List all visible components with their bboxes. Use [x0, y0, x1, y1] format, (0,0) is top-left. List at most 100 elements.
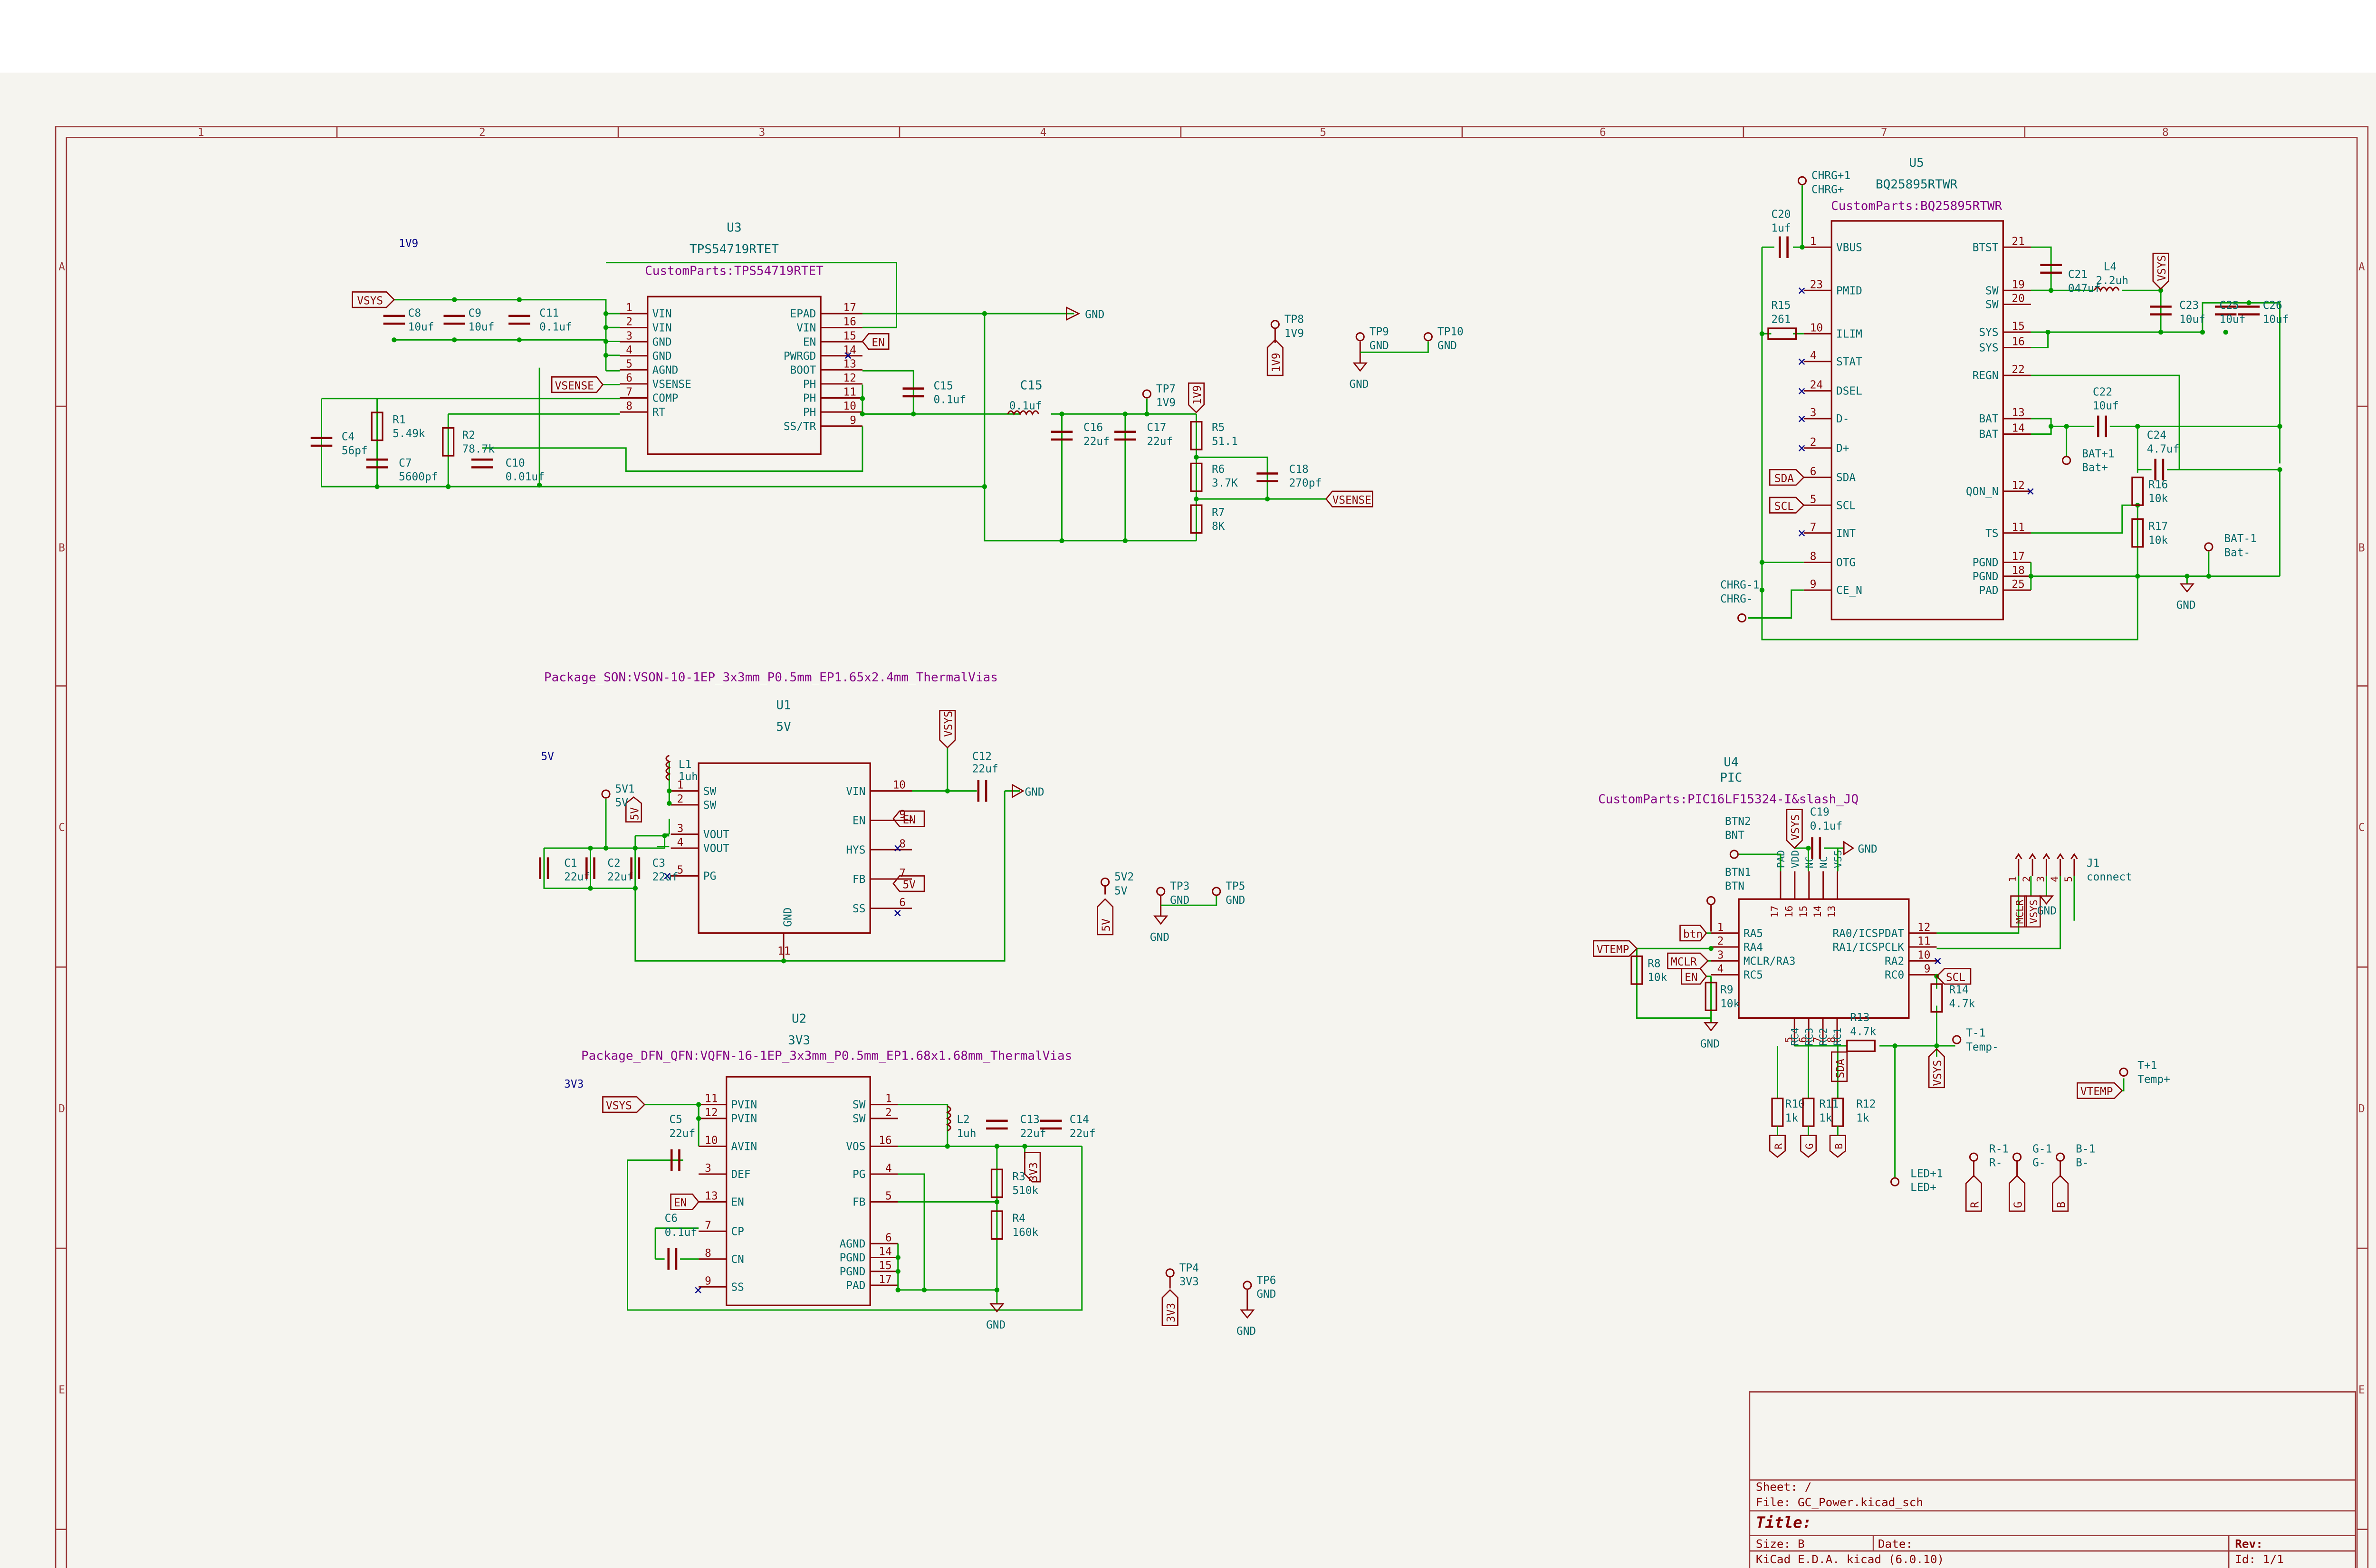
svg-text:×: × — [1798, 382, 1806, 399]
pin-name: GND — [652, 336, 672, 348]
pin-name: SW — [703, 785, 717, 798]
ref-designator: T-1 — [1966, 1027, 1985, 1040]
ref-designator: C3 — [652, 857, 665, 870]
pin-number: 20 — [2012, 293, 2024, 305]
pin-name: RC5 — [1744, 969, 1763, 982]
ref-designator: TP6 — [1256, 1274, 1276, 1287]
pin-name: OTG — [1836, 557, 1856, 569]
ref-designator: R3 — [1012, 1171, 1025, 1183]
pin-number: 13 — [705, 1190, 718, 1203]
ref-designator: BAT-1 — [2224, 533, 2256, 545]
ref-designator: C10 — [506, 457, 525, 469]
ref-designator: BTN2 — [1725, 815, 1751, 828]
pin-number: 6 — [626, 372, 632, 384]
part-value: Bat- — [2224, 546, 2250, 559]
pin-name: VIN — [652, 308, 672, 320]
part-value: 0.1uf — [539, 321, 572, 334]
pin-name: SW — [1985, 285, 1999, 297]
u2-ref: U2 — [792, 1012, 806, 1026]
pin-number: 9 — [1810, 578, 1817, 591]
top-band — [0, 0, 2376, 73]
svg-text:MCLR: MCLR — [1671, 956, 1697, 968]
pin-name: EN — [731, 1196, 744, 1209]
j1-vsys-mclr: MCLR VSYS — [2010, 895, 2041, 928]
pin-name: AGND — [652, 364, 679, 376]
pin-name: VIN — [796, 322, 816, 335]
u5-value: BQ25895RTWR — [1876, 178, 1958, 192]
pin-number: 14 — [1811, 906, 1823, 918]
pin-name: SS — [853, 903, 865, 915]
pin-name: QON_N — [1966, 486, 1998, 498]
title-sheet: Sheet: / — [1756, 1480, 1811, 1493]
pin-name: PG — [703, 870, 716, 883]
pin-name: DEF — [731, 1168, 750, 1181]
pin-number: 21 — [2012, 235, 2024, 248]
net-3v3-label: 3V3 — [564, 1078, 584, 1090]
part-value: 047uf — [2068, 282, 2100, 295]
u5-ref: U5 — [1909, 156, 1924, 170]
pin-number: 4 — [1717, 963, 1724, 975]
pin-name: GND — [652, 350, 672, 363]
svg-text:EN: EN — [902, 814, 915, 826]
ref-designator: TP4 — [1179, 1262, 1199, 1274]
ref-designator: R7 — [1212, 507, 1225, 519]
ref-designator: TP5 — [1226, 880, 1245, 893]
ref-designator: C9 — [469, 307, 481, 320]
part-value: 10uf — [408, 321, 434, 334]
part-value: 0.1uf — [934, 394, 966, 406]
pin-name: INT — [1836, 527, 1856, 540]
svg-text:GND: GND — [782, 908, 794, 927]
pin-number: 7 — [1810, 521, 1817, 534]
u2-footprint: Package_DFN_QFN:VQFN-16-1EP_3x3mm_P0.5mm… — [581, 1049, 1072, 1063]
svg-text:G: G — [1803, 1143, 1815, 1149]
pin-number: 14 — [2012, 422, 2024, 435]
ref-designator: C24 — [2147, 429, 2166, 441]
ref-designator: TP8 — [1284, 314, 1304, 326]
part-value: Temp- — [1966, 1041, 1998, 1053]
svg-text:VSYS: VSYS — [2156, 255, 2168, 281]
part-value: 0.1uf — [1810, 820, 1842, 832]
pin-name: COMP — [652, 392, 679, 405]
pin-number: 17 — [879, 1273, 891, 1286]
u4-nc-ra2: × — [1934, 953, 1942, 969]
pin-name: RA4 — [1744, 941, 1763, 954]
pin-name: PVIN — [731, 1099, 757, 1111]
pin-name: RA1/ICSPCLK — [1832, 941, 1904, 954]
part-value: 22uf — [1083, 435, 1110, 448]
u1-footprint: Package_SON:VSON-10-1EP_3x3mm_P0.5mm_EP1… — [544, 670, 998, 685]
ref-designator: C14 — [1070, 1114, 1089, 1126]
ref-designator: C2 — [607, 857, 620, 870]
part-value: 10uf — [2179, 314, 2205, 326]
svg-text:GND: GND — [986, 1319, 1006, 1331]
ref-designator: R11 — [1819, 1098, 1839, 1110]
pin-number: 11 — [1917, 935, 1930, 947]
svg-text:B: B — [1833, 1143, 1845, 1149]
svg-text:VSENSE: VSENSE — [1332, 494, 1371, 507]
ref-designator: R10 — [1785, 1098, 1805, 1110]
pin-name: CN — [731, 1253, 744, 1266]
pin-number: 17 — [2012, 551, 2024, 563]
pin-number: 8 — [1810, 551, 1817, 563]
frame-row-a-right: A — [2358, 261, 2365, 273]
part-value: BTN — [1725, 880, 1744, 893]
part-value: 10uf — [469, 321, 495, 334]
label-text: 5V — [1100, 918, 1112, 932]
part-value: 3.7K — [1212, 477, 1238, 489]
label-text: 3V3 — [1165, 1303, 1178, 1322]
ref-designator: 5V2 — [1114, 871, 1134, 883]
svg-text:GND: GND — [1858, 843, 1878, 856]
pin-number: 3 — [1717, 949, 1724, 961]
part-value: GND — [1370, 340, 1389, 352]
frame-row-a: A — [58, 261, 65, 273]
svg-text:×: × — [1798, 525, 1806, 541]
pin-name: AVIN — [731, 1141, 757, 1153]
part-value: 22uf — [1070, 1128, 1096, 1140]
pin-name: PMID — [1836, 285, 1862, 297]
title-size: Size: B — [1756, 1537, 1805, 1551]
pin-number: 13 — [1826, 906, 1838, 918]
pin-number: 16 — [879, 1135, 891, 1147]
svg-text:5V: 5V — [902, 879, 916, 891]
pin-number: 16 — [1783, 906, 1795, 918]
ref-designator: C21 — [2068, 268, 2088, 281]
ref-designator: G-1 — [2032, 1143, 2052, 1155]
